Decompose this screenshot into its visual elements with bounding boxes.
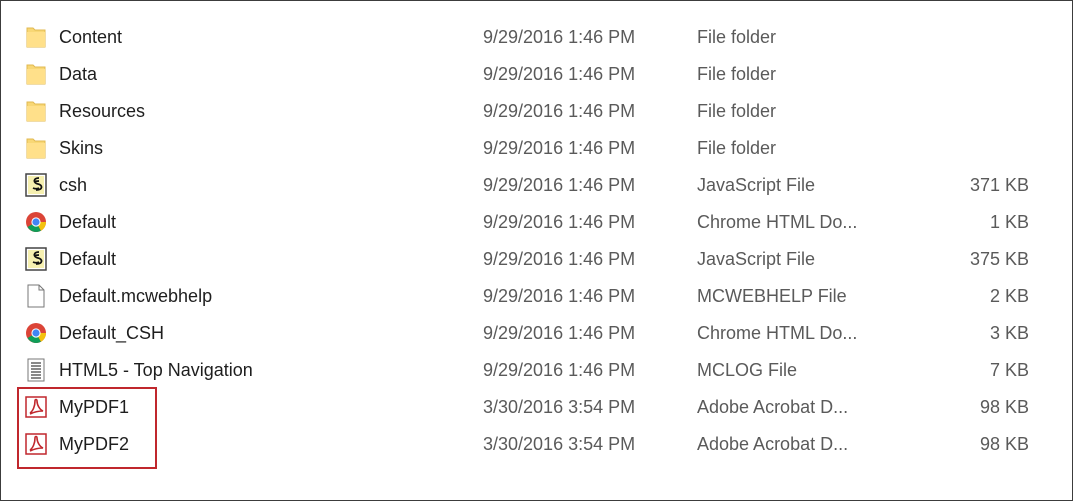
file-date-modified: 9/29/2016 1:46 PM (483, 101, 636, 121)
file-explorer-list: Content 9/29/2016 1:46 PM File folder Da… (0, 0, 1073, 501)
file-row[interactable]: csh 9/29/2016 1:46 PM JavaScript File 37… (1, 167, 1072, 204)
log-file-icon (25, 352, 49, 389)
file-date-modified: 9/29/2016 1:46 PM (483, 249, 636, 269)
file-size (901, 19, 1029, 56)
file-date-modified: 3/30/2016 3:54 PM (483, 434, 636, 454)
pdf-file-icon (25, 389, 49, 426)
file-row[interactable]: Default 9/29/2016 1:46 PM Chrome HTML Do… (1, 204, 1072, 241)
file-row[interactable]: MyPDF2 3/30/2016 3:54 PM Adobe Acrobat D… (1, 426, 1072, 463)
file-size (901, 130, 1029, 167)
file-name: Default_CSH (59, 323, 165, 343)
file-size: 7 KB (989, 360, 1029, 380)
file-row[interactable]: HTML5 - Top Navigation 9/29/2016 1:46 PM… (1, 352, 1072, 389)
file-size: 98 KB (979, 434, 1029, 454)
javascript-file-icon (25, 241, 49, 278)
file-date-modified: 3/30/2016 3:54 PM (483, 397, 636, 417)
file-type: File folder (697, 138, 777, 158)
blank-file-icon (25, 278, 49, 315)
file-type: Adobe Acrobat D... (697, 397, 849, 417)
file-name: Default (59, 249, 117, 269)
file-date-modified: 9/29/2016 1:46 PM (483, 323, 636, 343)
file-name: MyPDF2 (59, 434, 130, 454)
file-row[interactable]: Skins 9/29/2016 1:46 PM File folder (1, 130, 1072, 167)
file-name: MyPDF1 (59, 397, 130, 417)
file-size: 2 KB (989, 286, 1029, 306)
file-row[interactable]: Default 9/29/2016 1:46 PM JavaScript Fil… (1, 241, 1072, 278)
file-row[interactable]: Default_CSH 9/29/2016 1:46 PM Chrome HTM… (1, 315, 1072, 352)
file-type: File folder (697, 27, 777, 47)
file-type: MCLOG File (697, 360, 798, 380)
file-row[interactable]: Resources 9/29/2016 1:46 PM File folder (1, 93, 1072, 130)
file-date-modified: 9/29/2016 1:46 PM (483, 360, 636, 380)
file-name: HTML5 - Top Navigation (59, 360, 253, 380)
chrome-icon (25, 204, 49, 241)
file-size (901, 93, 1029, 130)
javascript-file-icon (25, 167, 49, 204)
file-type: JavaScript File (697, 175, 816, 195)
file-type: MCWEBHELP File (697, 286, 847, 306)
pdf-file-icon (25, 426, 49, 463)
folder-icon (25, 130, 49, 167)
folder-icon (25, 19, 49, 56)
file-name: Resources (59, 101, 146, 121)
file-type: Adobe Acrobat D... (697, 434, 849, 454)
file-size: 98 KB (979, 397, 1029, 417)
file-type: Chrome HTML Do... (697, 323, 858, 343)
file-size: 371 KB (969, 175, 1029, 195)
file-date-modified: 9/29/2016 1:46 PM (483, 138, 636, 158)
file-name: csh (59, 175, 88, 195)
file-name: Default (59, 212, 117, 232)
file-row[interactable]: MyPDF1 3/30/2016 3:54 PM Adobe Acrobat D… (1, 389, 1072, 426)
file-size: 375 KB (969, 249, 1029, 269)
file-type: Chrome HTML Do... (697, 212, 858, 232)
file-date-modified: 9/29/2016 1:46 PM (483, 212, 636, 232)
file-type: File folder (697, 64, 777, 84)
folder-icon (25, 56, 49, 93)
file-list: Content 9/29/2016 1:46 PM File folder Da… (1, 19, 1072, 463)
file-name: Content (59, 27, 123, 47)
file-name: Skins (59, 138, 104, 158)
file-row[interactable]: Default.mcwebhelp 9/29/2016 1:46 PM MCWE… (1, 278, 1072, 315)
file-date-modified: 9/29/2016 1:46 PM (483, 27, 636, 47)
file-date-modified: 9/29/2016 1:46 PM (483, 286, 636, 306)
file-date-modified: 9/29/2016 1:46 PM (483, 175, 636, 195)
chrome-icon (25, 315, 49, 352)
file-name: Default.mcwebhelp (59, 286, 213, 306)
folder-icon (25, 93, 49, 130)
file-type: File folder (697, 101, 777, 121)
file-row[interactable]: Content 9/29/2016 1:46 PM File folder (1, 19, 1072, 56)
file-row[interactable]: Data 9/29/2016 1:46 PM File folder (1, 56, 1072, 93)
file-size (901, 56, 1029, 93)
file-date-modified: 9/29/2016 1:46 PM (483, 64, 636, 84)
file-size: 1 KB (989, 212, 1029, 232)
file-type: JavaScript File (697, 249, 816, 269)
file-size: 3 KB (989, 323, 1029, 343)
file-name: Data (59, 64, 98, 84)
